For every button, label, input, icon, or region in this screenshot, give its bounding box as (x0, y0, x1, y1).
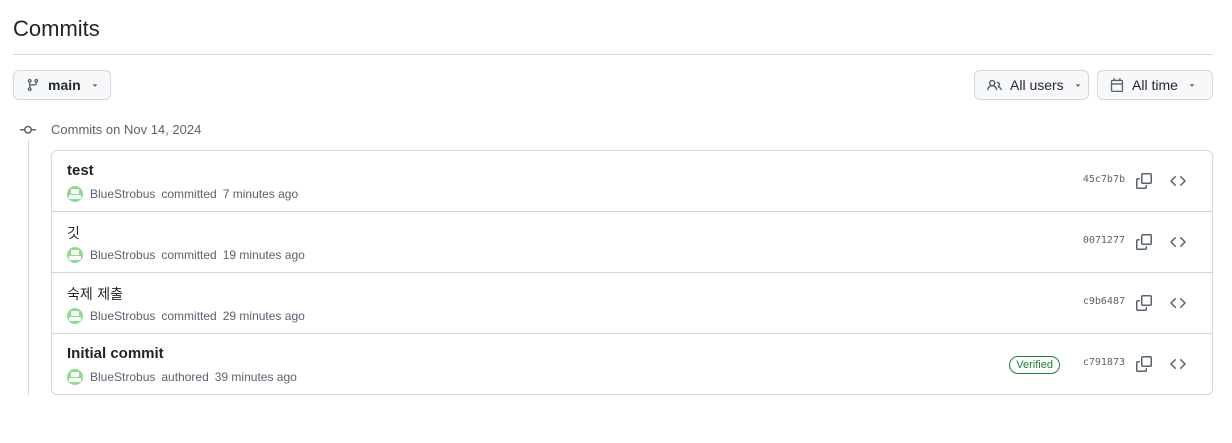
copy-icon[interactable] (1134, 354, 1154, 374)
commit-group-date: Commits on Nov 14, 2024 (51, 122, 202, 137)
commit-title-link[interactable]: Initial commit (67, 345, 164, 362)
copy-icon[interactable] (1134, 293, 1154, 313)
browse-code-icon[interactable] (1168, 354, 1188, 374)
commit-time: 39 minutes ago (214, 370, 297, 384)
timeline-line (28, 140, 29, 395)
commit-row: 깃 BlueStrobus committed 19 minutes ago 0… (52, 212, 1212, 273)
git-branch-icon (26, 78, 40, 92)
verified-badge[interactable]: Verified (1009, 356, 1060, 374)
branch-selector-button[interactable]: main (13, 70, 111, 100)
commit-list: test BlueStrobus committed 7 minutes ago… (51, 150, 1213, 395)
commit-action: committed (161, 187, 217, 201)
commit-row: Initial commit BlueStrobus authored 39 m… (52, 334, 1212, 394)
time-filter-button[interactable]: All time (1097, 70, 1213, 100)
copy-icon[interactable] (1134, 232, 1154, 252)
calendar-icon (1110, 78, 1124, 92)
commit-sha-link[interactable]: 0071277 (1083, 235, 1125, 246)
commit-action: committed (161, 248, 217, 262)
commit-author-link[interactable]: BlueStrobus (90, 248, 155, 262)
commit-meta: BlueStrobus authored 39 minutes ago (67, 369, 297, 385)
users-filter-label: All users (1010, 77, 1064, 93)
commit-time: 29 minutes ago (222, 309, 305, 323)
branch-label: main (48, 77, 81, 93)
commit-row: 숙제 제출 BlueStrobus committed 29 minutes a… (52, 273, 1212, 334)
commit-author-link[interactable]: BlueStrobus (90, 370, 155, 384)
users-filter-button[interactable]: All users (974, 70, 1089, 100)
title-divider (13, 54, 1213, 55)
avatar[interactable] (67, 247, 83, 263)
browse-code-icon[interactable] (1168, 171, 1188, 191)
commit-time: 19 minutes ago (222, 248, 305, 262)
commit-author-link[interactable]: BlueStrobus (90, 309, 155, 323)
commit-sha-link[interactable]: c9b6487 (1083, 296, 1125, 307)
copy-icon[interactable] (1134, 171, 1154, 191)
commit-meta: BlueStrobus committed 7 minutes ago (67, 186, 298, 202)
page-title: Commits (13, 16, 100, 41)
time-filter-label: All time (1132, 77, 1178, 93)
commit-time: 7 minutes ago (222, 187, 299, 201)
commit-sha-link[interactable]: c791873 (1083, 357, 1125, 368)
commit-title-link[interactable]: 숙제 제출 (67, 284, 123, 304)
browse-code-icon[interactable] (1168, 232, 1188, 252)
commit-sha-link[interactable]: 45c7b7b (1083, 174, 1125, 185)
avatar[interactable] (67, 186, 83, 202)
commit-author-link[interactable]: BlueStrobus (90, 187, 155, 201)
caret-down-icon (1073, 80, 1083, 90)
avatar[interactable] (67, 308, 83, 324)
caret-down-icon (90, 80, 100, 90)
git-commit-icon (19, 122, 37, 138)
caret-down-icon (1187, 80, 1197, 90)
people-icon (987, 78, 1002, 93)
commit-title-link[interactable]: 깃 (67, 223, 80, 243)
browse-code-icon[interactable] (1168, 293, 1188, 313)
avatar[interactable] (67, 369, 83, 385)
commit-action: committed (161, 309, 217, 323)
commit-row: test BlueStrobus committed 7 minutes ago… (52, 151, 1212, 212)
commit-meta: BlueStrobus committed 19 minutes ago (67, 247, 305, 263)
commit-meta: BlueStrobus committed 29 minutes ago (67, 308, 305, 324)
commit-title-link[interactable]: test (67, 162, 94, 179)
commit-action: authored (161, 370, 209, 384)
